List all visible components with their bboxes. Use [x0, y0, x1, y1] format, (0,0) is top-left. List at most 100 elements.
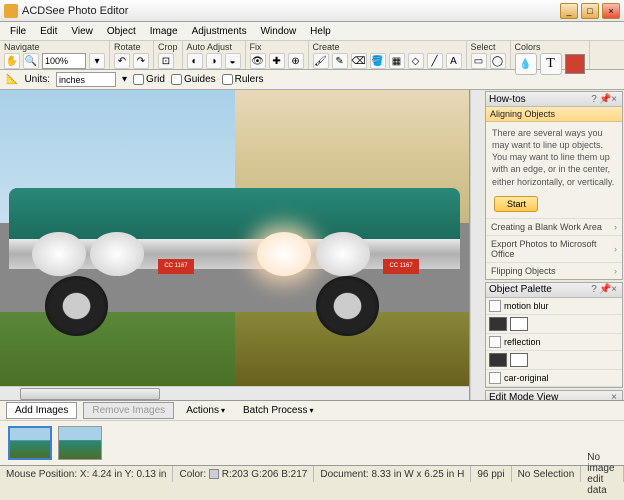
rotate-label: Rotate: [114, 41, 149, 53]
layer-mask[interactable]: [510, 317, 528, 331]
shape-icon[interactable]: ◇: [408, 53, 424, 69]
editmode-title: Edit Mode View: [489, 392, 609, 400]
marquee-icon[interactable]: ▭: [471, 53, 487, 69]
brush-icon[interactable]: 🖌: [313, 53, 329, 69]
heal-icon[interactable]: ✚: [269, 53, 285, 69]
menu-image[interactable]: Image: [144, 24, 184, 39]
layer-row[interactable]: reflection: [486, 334, 622, 351]
layer-row[interactable]: car-original: [486, 370, 622, 387]
remove-images-button[interactable]: Remove Images: [83, 402, 174, 419]
zoom-tool-icon[interactable]: 🔍: [23, 53, 39, 69]
ruler-icon: 📐: [6, 74, 18, 85]
redeye-icon[interactable]: 👁: [250, 53, 266, 69]
layer-thumb[interactable]: [489, 317, 507, 331]
clone-icon[interactable]: ⊕: [288, 53, 304, 69]
batch-process-dropdown[interactable]: Batch Process: [237, 403, 320, 418]
actions-dropdown[interactable]: Actions: [180, 403, 231, 418]
panel-pin-icon[interactable]: 📌: [599, 284, 609, 295]
colors-label: Colors: [515, 41, 585, 53]
panel-help-icon[interactable]: ?: [589, 94, 599, 105]
menu-adjustments[interactable]: Adjustments: [186, 24, 253, 39]
layer-visibility-icon[interactable]: [489, 372, 501, 384]
eyedropper-icon[interactable]: 💧: [515, 53, 537, 75]
menu-window[interactable]: Window: [255, 24, 303, 39]
license-plate: CC 1167: [158, 259, 194, 274]
panel-close-icon[interactable]: ×: [609, 392, 619, 400]
close-button[interactable]: ×: [602, 3, 620, 19]
auto-contrast-icon[interactable]: ◒: [225, 53, 241, 69]
layer-mask[interactable]: [510, 353, 528, 367]
canvas[interactable]: CC 1167 CC 1167: [0, 90, 469, 386]
howto-link[interactable]: Flipping Objects: [486, 262, 622, 279]
vertical-scrollbar[interactable]: [470, 90, 484, 400]
app-icon: [4, 4, 18, 18]
start-button[interactable]: Start: [494, 196, 538, 212]
menu-view[interactable]: View: [65, 24, 99, 39]
color-swatch[interactable]: [565, 54, 585, 74]
lasso-icon[interactable]: ◯: [490, 53, 506, 69]
pan-tool-icon[interactable]: ✋: [4, 53, 20, 69]
fix-label: Fix: [250, 41, 304, 53]
minimize-button[interactable]: _: [560, 3, 578, 19]
panel-help-icon[interactable]: ?: [589, 284, 599, 295]
image-thumbnail[interactable]: [8, 426, 52, 460]
guides-checkbox[interactable]: [171, 74, 182, 85]
howto-active-topic[interactable]: Aligning Objects: [486, 107, 622, 122]
pencil-icon[interactable]: ✎: [332, 53, 348, 69]
layer-row[interactable]: motion blur: [486, 298, 622, 315]
rotate-right-icon[interactable]: ↷: [133, 53, 149, 69]
menu-edit[interactable]: Edit: [34, 24, 63, 39]
howto-link[interactable]: Export Photos to Microsoft Office: [486, 235, 622, 262]
navigate-label: Navigate: [4, 41, 105, 53]
rulers-checkbox[interactable]: [222, 74, 233, 85]
layer-thumb[interactable]: [489, 353, 507, 367]
crop-icon[interactable]: ⊡: [158, 53, 174, 69]
units-field[interactable]: [56, 72, 116, 87]
status-document-size: Document: 8.33 in W x 6.25 in H: [314, 466, 471, 482]
status-ppi: 96 ppi: [471, 466, 511, 482]
zoom-field[interactable]: [42, 53, 86, 69]
menu-help[interactable]: Help: [304, 24, 337, 39]
howtos-title: How-tos: [489, 94, 589, 105]
status-color-swatch: [209, 469, 219, 479]
image-thumbnail[interactable]: [58, 426, 102, 460]
auto-levels-icon[interactable]: ◐: [187, 53, 203, 69]
panel-close-icon[interactable]: ×: [609, 94, 619, 105]
objects-title: Object Palette: [489, 284, 589, 295]
grid-checkbox[interactable]: [133, 74, 144, 85]
license-plate: CC 1167: [383, 259, 419, 274]
howto-link[interactable]: Creating a Blank Work Area: [486, 218, 622, 235]
status-selection: No Selection: [512, 466, 582, 482]
horizontal-scrollbar[interactable]: [0, 386, 469, 400]
add-images-button[interactable]: Add Images: [6, 402, 77, 419]
line-icon[interactable]: ╱: [427, 53, 443, 69]
gradient-icon[interactable]: ▦: [389, 53, 405, 69]
text-icon[interactable]: A: [446, 53, 462, 69]
layer-visibility-icon[interactable]: [489, 336, 501, 348]
panel-close-icon[interactable]: ×: [609, 284, 619, 295]
menu-bar: File Edit View Object Image Adjustments …: [0, 22, 624, 40]
fill-icon[interactable]: 🪣: [370, 53, 386, 69]
main-toolbar: Navigate ✋ 🔍 ▾ Rotate ↶ ↷ Crop ⊡ Auto Ad…: [0, 40, 624, 70]
status-bar: Mouse Position: X: 4.24 in Y: 0.13 in Co…: [0, 465, 624, 482]
status-edit-data: No image edit data: [581, 466, 624, 482]
autoadjust-label: Auto Adjust: [187, 41, 241, 53]
howto-description: There are several ways you may want to l…: [486, 122, 622, 193]
maximize-button[interactable]: □: [581, 3, 599, 19]
rotate-left-icon[interactable]: ↶: [114, 53, 130, 69]
menu-file[interactable]: File: [4, 24, 32, 39]
panel-pin-icon[interactable]: 📌: [599, 94, 609, 105]
status-mouse-position: Mouse Position: X: 4.24 in Y: 0.13 in: [0, 466, 173, 482]
auto-color-icon[interactable]: ◑: [206, 53, 222, 69]
units-label: Units:: [24, 74, 50, 85]
zoom-dropdown-icon[interactable]: ▾: [89, 53, 105, 69]
window-title: ACDSee Photo Editor: [22, 5, 560, 17]
text-tool-icon[interactable]: T: [540, 53, 562, 75]
units-dropdown-icon[interactable]: ▾: [122, 74, 127, 85]
select-label: Select: [471, 41, 506, 53]
eraser-icon[interactable]: ⌫: [351, 53, 367, 69]
create-label: Create: [313, 41, 462, 53]
crop-label: Crop: [158, 41, 178, 53]
layer-visibility-icon[interactable]: [489, 300, 501, 312]
menu-object[interactable]: Object: [101, 24, 142, 39]
